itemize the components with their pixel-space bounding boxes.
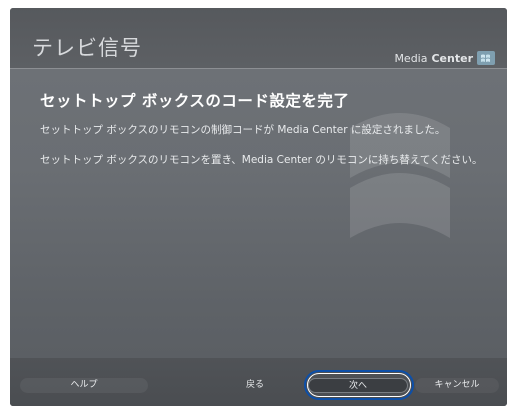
cancel-button[interactable]: キャンセル — [415, 378, 499, 393]
back-button[interactable]: 戻る — [204, 378, 306, 393]
media-center-screen: テレビ信号 Media Center セットトップ ボックスのコード設定を完了 セ… — [10, 8, 507, 406]
next-button[interactable]: 次へ — [308, 378, 408, 393]
help-button[interactable]: ヘルプ — [20, 378, 148, 393]
brand-bold: Center — [431, 51, 473, 65]
page-heading: セットトップ ボックスのコード設定を完了 — [40, 92, 350, 110]
brand-prefix: Media — [394, 51, 428, 65]
media-center-brand: Media Center — [394, 49, 495, 67]
description-line-2: セットトップ ボックスのリモコンを置き、Media Center のリモコンに持… — [40, 154, 483, 166]
window-frame: テレビ信号 Media Center セットトップ ボックスのコード設定を完了 セ… — [0, 0, 517, 416]
windows-logo-icon — [477, 51, 495, 65]
description-line-1: セットトップ ボックスのリモコンの制御コードが Media Center に設定… — [40, 124, 446, 136]
screen-title: テレビ信号 — [32, 36, 142, 60]
